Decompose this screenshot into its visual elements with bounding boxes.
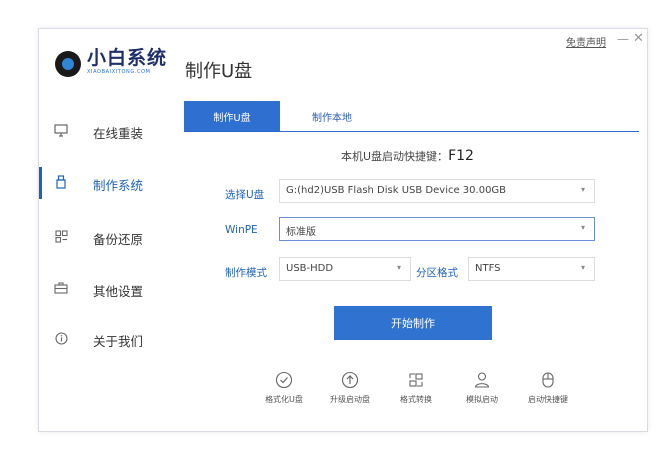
partition-value: NTFS <box>475 263 501 274</box>
page-title: 制作U盘 <box>185 61 253 82</box>
monitor-icon <box>53 122 69 138</box>
sidebar-item-label: 备份还原 <box>93 232 144 247</box>
winpe-label: WinPE <box>225 224 258 236</box>
winpe-value: 标准版 <box>286 227 316 238</box>
usb-select-label: 选择U盘 <box>225 189 265 201</box>
winpe-select[interactable]: 标准版 ▾ <box>279 217 595 241</box>
simulate-boot-tool[interactable]: 模拟启动 <box>453 371 511 421</box>
boot-hotkey-tool[interactable]: 启动快捷键 <box>519 371 577 421</box>
sidebar-item-make-system[interactable]: 制作系统 <box>39 157 159 207</box>
sidebar-item-other-settings[interactable]: 其他设置 <box>39 263 159 313</box>
tool-label: 格式化U盘 <box>265 395 303 404</box>
check-circle-icon <box>275 371 293 389</box>
sidebar-item-backup-restore[interactable]: 备份还原 <box>39 211 159 261</box>
usb-device-value: G:(hd2)USB Flash Disk USB Device 30.00GB <box>286 185 507 196</box>
tool-label: 升级启动盘 <box>330 395 370 404</box>
brand-name: 小白系统 <box>87 47 168 69</box>
sidebar-item-label: 在线重装 <box>93 126 144 141</box>
format-convert-tool[interactable]: 格式转换 <box>387 371 445 421</box>
sidebar-item-about-us[interactable]: 关于我们 <box>39 313 159 363</box>
mode-select[interactable]: USB-HDD ▾ <box>279 257 411 281</box>
chevron-down-icon: ▾ <box>580 223 585 232</box>
sidebar: 在线重装 制作系统 备份还原 其他设置 关于我们 <box>39 105 159 425</box>
disclaimer-link[interactable]: 免责声明 <box>566 34 606 49</box>
minimize-icon[interactable]: — <box>617 32 629 46</box>
hotkey-label: 本机U盘启动快捷键： <box>341 150 449 163</box>
chevron-down-icon: ▾ <box>396 263 401 272</box>
format-usb-tool[interactable]: 格式化U盘 <box>255 371 313 421</box>
app-window: 小白系统 XIAOBAIXITONG.COM 制作U盘 免责声明 — ✕ 在线重… <box>38 28 648 432</box>
usb-device-select[interactable]: G:(hd2)USB Flash Disk USB Device 30.00GB… <box>279 179 595 203</box>
upload-circle-icon <box>341 371 359 389</box>
upgrade-boot-disk-tool[interactable]: 升级启动盘 <box>321 371 379 421</box>
title-bar: 小白系统 XIAOBAIXITONG.COM 制作U盘 免责声明 — ✕ <box>39 29 647 89</box>
mode-value: USB-HDD <box>286 263 334 274</box>
sidebar-item-online-reinstall[interactable]: 在线重装 <box>39 105 159 155</box>
info-icon <box>53 330 69 346</box>
usb-drive-icon <box>53 174 69 190</box>
close-icon[interactable]: ✕ <box>633 31 644 46</box>
chevron-down-icon: ▾ <box>580 263 585 272</box>
tool-label: 启动快捷键 <box>528 395 568 404</box>
brand-url: XIAOBAIXITONG.COM <box>87 69 151 75</box>
tab-bar: 制作U盘 制作本地 <box>184 101 639 132</box>
grid-icon <box>53 228 69 244</box>
convert-icon <box>409 373 423 387</box>
tab-make-usb[interactable]: 制作U盘 <box>184 101 280 131</box>
briefcase-icon <box>53 280 69 296</box>
tool-bar: 格式化U盘 升级启动盘 格式转换 模拟启动 启动快捷键 <box>255 371 585 421</box>
sidebar-item-label: 制作系统 <box>93 178 144 193</box>
brand-logo-icon <box>55 51 81 77</box>
tab-make-local[interactable]: 制作本地 <box>284 101 380 131</box>
start-make-button[interactable]: 开始制作 <box>334 306 492 340</box>
hotkey-hint: 本机U盘启动快捷键：F12 <box>341 148 474 164</box>
partition-select[interactable]: NTFS ▾ <box>468 257 595 281</box>
tool-label: 格式转换 <box>400 395 432 404</box>
mouse-icon <box>542 372 554 388</box>
partition-label: 分区格式 <box>416 267 458 279</box>
sidebar-item-label: 关于我们 <box>93 334 144 349</box>
mode-label: 制作模式 <box>225 267 267 279</box>
chevron-down-icon: ▾ <box>580 185 585 194</box>
tool-label: 模拟启动 <box>466 395 498 404</box>
user-simulate-icon <box>474 372 490 388</box>
sidebar-item-label: 其他设置 <box>93 284 144 299</box>
hotkey-key: F12 <box>448 148 474 164</box>
